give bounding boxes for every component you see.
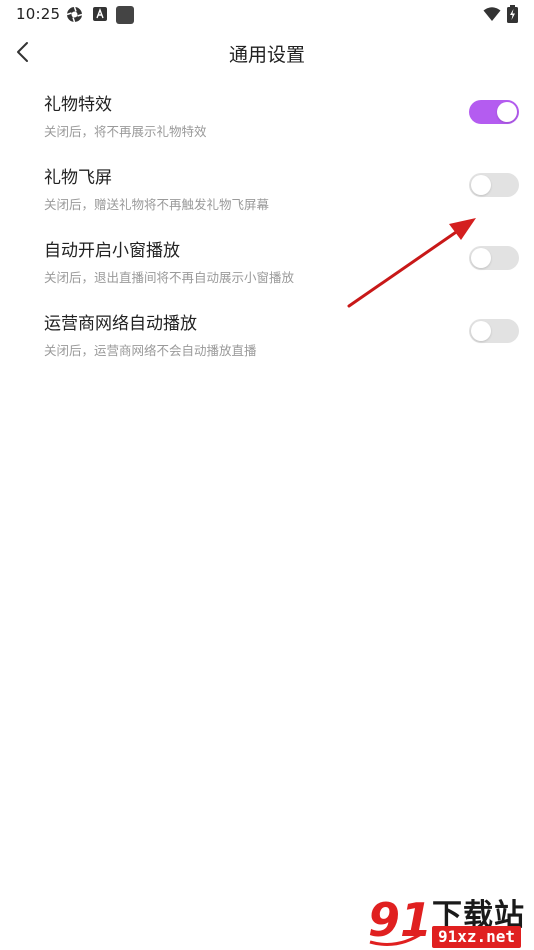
setting-title: 运营商网络自动播放 [44,314,197,334]
watermark: 91 下载站 91xz.net [360,886,534,950]
toggle-knob [497,102,517,122]
status-time: 10:25 [16,5,61,23]
logo-text: 91 [368,893,432,947]
setting-description: 关闭后，赠送礼物将不再触发礼物飞屏幕 [44,197,270,212]
setting-description: 关闭后，运营商网络不会自动播放直播 [44,343,257,358]
font-a-icon [93,7,109,23]
setting-description: 关闭后，将不再展示礼物特效 [44,124,207,139]
setting-auto-mini-window: 自动开启小窗播放 关闭后，退出直播间将不再自动展示小窗播放 [0,232,534,305]
setting-carrier-autoplay: 运营商网络自动播放 关闭后，运营商网络不会自动播放直播 [0,305,534,378]
toggle-knob [471,321,491,341]
battery-charging-icon [507,5,523,23]
square-icon [116,6,134,24]
setting-description: 关闭后，退出直播间将不再自动展示小窗播放 [44,270,295,285]
setting-title: 礼物特效 [44,95,112,115]
status-bar: 10:25 [0,0,534,28]
setting-title: 自动开启小窗播放 [44,241,180,261]
settings-list: 礼物特效 关闭后，将不再展示礼物特效 礼物飞屏 关闭后，赠送礼物将不再触发礼物飞… [0,86,534,378]
carrier-autoplay-toggle[interactable] [469,319,519,343]
setting-gift-fly-screen: 礼物飞屏 关闭后，赠送礼物将不再触发礼物飞屏幕 [0,159,534,232]
gift-effects-toggle[interactable] [469,100,519,124]
site-logo-icon: 91 [368,893,432,947]
watermark-domain: 91xz.net [432,926,522,948]
auto-mini-window-toggle[interactable] [469,246,519,270]
wifi-icon [483,6,501,22]
toggle-knob [471,175,491,195]
toggle-knob [471,248,491,268]
page-title: 通用设置 [228,44,305,66]
setting-title: 礼物飞屏 [44,168,112,188]
setting-gift-effects: 礼物特效 关闭后，将不再展示礼物特效 [0,86,534,159]
aperture-icon [66,6,83,23]
gift-fly-screen-toggle[interactable] [469,173,519,197]
app-bar: 通用设置 [0,30,534,74]
